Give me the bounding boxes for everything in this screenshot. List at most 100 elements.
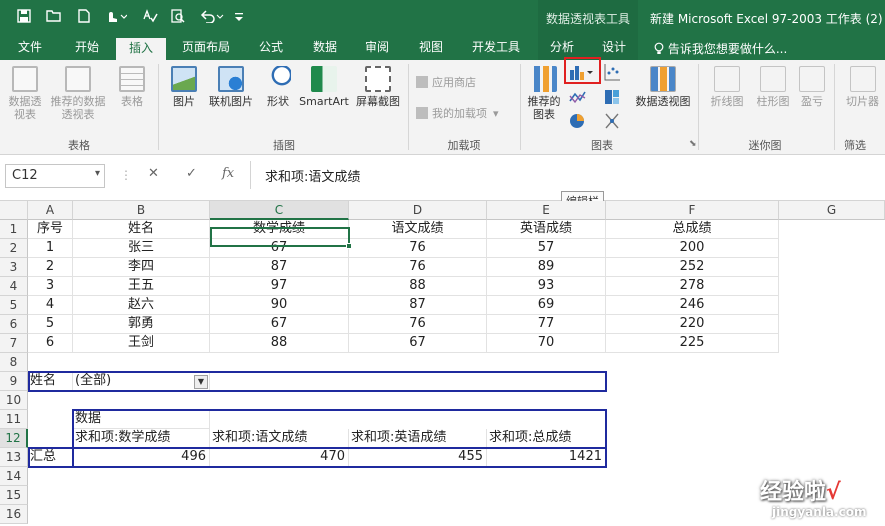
new-file-icon[interactable] xyxy=(74,6,94,26)
row-header[interactable]: 15 xyxy=(0,486,28,505)
pivot-total-value[interactable]: 1421 xyxy=(487,448,606,467)
winloss-sparkline-button[interactable]: 盈亏 xyxy=(796,66,828,108)
row-header[interactable]: 4 xyxy=(0,277,28,296)
table-cell[interactable]: 89 xyxy=(487,258,606,277)
table-cell[interactable]: 67 xyxy=(210,315,349,334)
tab-insert[interactable]: 插入 xyxy=(116,36,166,60)
table-cell[interactable]: 1 xyxy=(28,239,73,258)
table-cell[interactable]: 76 xyxy=(349,258,487,277)
table-cell[interactable]: 77 xyxy=(487,315,606,334)
pivot-value-header[interactable]: 求和项:语文成绩 xyxy=(210,429,349,448)
save-icon[interactable] xyxy=(14,6,34,26)
row-header[interactable]: 7 xyxy=(0,334,28,353)
table-cell[interactable]: 王剑 xyxy=(73,334,210,353)
table-cell[interactable]: 王五 xyxy=(73,277,210,296)
scatter-chart-icon[interactable] xyxy=(604,63,622,81)
enter-icon[interactable]: ✓ xyxy=(186,166,197,181)
table-cell[interactable]: 70 xyxy=(487,334,606,353)
table-cell[interactable]: 225 xyxy=(606,334,779,353)
touch-mode-icon[interactable] xyxy=(102,6,130,26)
row-header[interactable]: 13 xyxy=(0,448,28,467)
row-header[interactable]: 5 xyxy=(0,296,28,315)
recommended-pivottables-button[interactable]: 推荐的数据透视表 xyxy=(48,66,108,121)
column-sparkline-button[interactable]: 柱形图 xyxy=(750,66,796,108)
customize-qat-icon[interactable] xyxy=(232,6,246,26)
print-preview-icon[interactable] xyxy=(168,6,188,26)
row-header[interactable]: 10 xyxy=(0,391,28,410)
table-cell[interactable]: 97 xyxy=(210,277,349,296)
column-header-c[interactable]: C xyxy=(210,201,349,220)
fill-handle[interactable] xyxy=(346,243,352,249)
table-header-cell[interactable]: 英语成绩 xyxy=(487,220,606,239)
pivot-total-value[interactable]: 496 xyxy=(73,448,210,467)
table-cell[interactable]: 67 xyxy=(349,334,487,353)
tab-file[interactable]: 文件 xyxy=(8,36,52,60)
hierarchy-chart-icon[interactable] xyxy=(604,88,622,104)
table-cell[interactable]: 88 xyxy=(210,334,349,353)
tab-data[interactable]: 数据 xyxy=(300,36,350,60)
column-header-g[interactable]: G xyxy=(779,201,885,220)
table-cell[interactable]: 246 xyxy=(606,296,779,315)
cancel-icon[interactable]: ✕ xyxy=(148,166,159,181)
table-cell[interactable]: 57 xyxy=(487,239,606,258)
pivot-filter-value[interactable]: (全部) xyxy=(73,372,210,391)
table-cell[interactable]: 220 xyxy=(606,315,779,334)
select-all-corner[interactable] xyxy=(0,201,28,220)
table-cell[interactable]: 200 xyxy=(606,239,779,258)
table-header-cell[interactable]: 语文成绩 xyxy=(349,220,487,239)
table-cell[interactable]: 87 xyxy=(349,296,487,315)
tab-page-layout[interactable]: 页面布局 xyxy=(174,36,238,60)
row-header[interactable]: 1 xyxy=(0,220,28,239)
dialog-launcher-icon[interactable]: ⬊ xyxy=(689,139,697,149)
pivot-value-header[interactable]: 求和项:数学成绩 xyxy=(73,429,210,448)
column-header-e[interactable]: E xyxy=(487,201,606,220)
table-cell[interactable]: 76 xyxy=(349,315,487,334)
table-cell[interactable]: 5 xyxy=(28,315,73,334)
column-header-d[interactable]: D xyxy=(349,201,487,220)
table-cell[interactable]: 252 xyxy=(606,258,779,277)
row-header[interactable]: 8 xyxy=(0,353,28,372)
worksheet-grid[interactable]: A B C D E F G 1 2 3 4 5 6 7 8 9 10 11 12… xyxy=(0,201,885,526)
pivot-filter-label[interactable]: 姓名 xyxy=(28,372,73,391)
pivotchart-button[interactable]: 数据透视图 xyxy=(630,66,696,108)
undo-icon[interactable] xyxy=(198,6,228,26)
spelling-icon[interactable] xyxy=(140,6,160,26)
tab-view[interactable]: 视图 xyxy=(406,36,456,60)
tell-me-box[interactable]: 告诉我您想要做什么... xyxy=(654,40,787,57)
formula-input[interactable]: 求和项:语文成绩 xyxy=(250,161,885,189)
table-header-cell[interactable]: 总成绩 xyxy=(606,220,779,239)
recommended-charts-button[interactable]: 推荐的图表 xyxy=(524,66,564,121)
tab-formulas[interactable]: 公式 xyxy=(246,36,296,60)
row-header[interactable]: 9 xyxy=(0,372,28,391)
open-folder-icon[interactable] xyxy=(44,6,64,26)
pictures-button[interactable]: 图片 xyxy=(164,66,204,108)
table-header-cell[interactable]: 姓名 xyxy=(73,220,210,239)
insert-function-icon[interactable]: fx xyxy=(222,166,234,181)
column-header-b[interactable]: B xyxy=(73,201,210,220)
store-button[interactable]: 应用商店 xyxy=(416,74,476,90)
pivot-total-label[interactable]: 汇总 xyxy=(28,448,73,467)
line-sparkline-button[interactable]: 折线图 xyxy=(704,66,750,108)
pivot-total-value[interactable]: 470 xyxy=(210,448,349,467)
tab-developer[interactable]: 开发工具 xyxy=(462,36,530,60)
tab-home[interactable]: 开始 xyxy=(62,36,112,60)
name-box[interactable]: C12 ▾ xyxy=(5,164,105,188)
line-chart-icon[interactable] xyxy=(569,88,587,104)
pivot-data-label[interactable]: 数据 xyxy=(73,410,210,429)
table-cell[interactable]: 4 xyxy=(28,296,73,315)
table-cell[interactable]: 2 xyxy=(28,258,73,277)
table-cell[interactable]: 李四 xyxy=(73,258,210,277)
row-header[interactable]: 3 xyxy=(0,258,28,277)
table-cell[interactable]: 张三 xyxy=(73,239,210,258)
my-addins-button[interactable]: 我的加载项 ▾ xyxy=(416,105,499,121)
smartart-button[interactable]: SmartArt xyxy=(298,66,350,108)
table-cell[interactable]: 278 xyxy=(606,277,779,296)
pivot-total-value[interactable]: 455 xyxy=(349,448,487,467)
table-cell[interactable]: 90 xyxy=(210,296,349,315)
screenshot-button[interactable]: 屏幕截图 xyxy=(352,66,404,108)
table-button[interactable]: 表格 xyxy=(112,66,152,108)
column-header-a[interactable]: A xyxy=(28,201,73,220)
table-cell[interactable]: 93 xyxy=(487,277,606,296)
pivottable-button[interactable]: 数据透视表 xyxy=(4,66,46,121)
pie-chart-icon[interactable] xyxy=(569,112,587,128)
